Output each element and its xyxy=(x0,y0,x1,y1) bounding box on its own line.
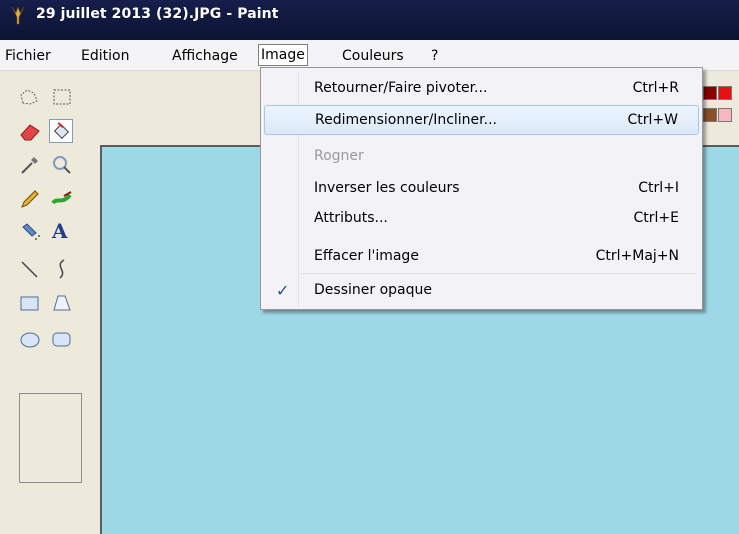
menu-image[interactable]: Image xyxy=(258,44,308,66)
menu-item-shortcut: Ctrl+I xyxy=(638,180,679,196)
image-menu-dropdown: Retourner/Faire pivoter... Ctrl+R Redime… xyxy=(260,67,703,310)
menu-item-label: Dessiner opaque xyxy=(314,282,432,298)
brush-icon[interactable] xyxy=(50,187,74,211)
fill-tool-button[interactable] xyxy=(49,119,73,143)
rounded-rectangle-icon[interactable] xyxy=(50,327,74,351)
paint-bucket-icon xyxy=(53,122,69,139)
line-icon[interactable] xyxy=(18,257,42,281)
menu-item-inverser[interactable]: Inverser les couleurs Ctrl+I xyxy=(264,174,699,204)
tool-options-box[interactable] xyxy=(19,393,82,483)
paint-app-icon[interactable] xyxy=(10,5,26,25)
title-bar: 29 juillet 2013 (32).JPG - Paint xyxy=(0,0,739,40)
airbrush-icon[interactable] xyxy=(18,221,42,245)
color-picker-icon[interactable] xyxy=(18,153,42,177)
menu-item-shortcut: Ctrl+R xyxy=(632,80,679,96)
menu-affichage[interactable]: Affichage xyxy=(172,46,238,66)
rectangle-icon[interactable] xyxy=(18,291,42,315)
menu-separator xyxy=(301,273,696,274)
window-title: 29 juillet 2013 (32).JPG - Paint xyxy=(36,6,279,22)
magnifier-icon[interactable] xyxy=(50,153,74,177)
menu-item-retourner[interactable]: Retourner/Faire pivoter... Ctrl+R xyxy=(264,74,699,104)
menu-fichier[interactable]: Fichier xyxy=(5,46,51,66)
checkmark-icon: ✓ xyxy=(276,281,290,300)
menu-item-label: Effacer l'image xyxy=(314,248,419,264)
menu-item-label: Attributs... xyxy=(314,210,388,226)
tool-panel: A xyxy=(0,71,98,534)
menu-item-label: Retourner/Faire pivoter... xyxy=(314,80,488,96)
menu-item-attributs[interactable]: Attributs... Ctrl+E xyxy=(264,204,699,234)
polygon-icon[interactable] xyxy=(50,291,74,315)
palette-swatch-brown[interactable] xyxy=(703,108,717,122)
menu-item-label: Inverser les couleurs xyxy=(314,180,460,196)
menu-item-shortcut: Ctrl+Maj+N xyxy=(595,248,679,264)
text-tool-icon[interactable]: A xyxy=(52,219,76,243)
free-form-select-icon[interactable] xyxy=(18,85,42,109)
menu-item-redimensionner[interactable]: Redimensionner/Incliner... Ctrl+W xyxy=(264,105,699,135)
menu-item-label: Rogner xyxy=(314,148,364,164)
menu-item-rogner: Rogner xyxy=(264,142,699,172)
palette-swatch-red[interactable] xyxy=(718,86,732,100)
eraser-icon[interactable] xyxy=(18,119,42,143)
menu-edition[interactable]: Edition xyxy=(81,46,129,66)
pencil-icon[interactable] xyxy=(18,187,42,211)
menu-help[interactable]: ? xyxy=(431,46,438,66)
menu-item-shortcut: Ctrl+E xyxy=(633,210,680,226)
palette-swatch-pink[interactable] xyxy=(718,108,732,122)
menu-item-effacer[interactable]: Effacer l'image Ctrl+Maj+N xyxy=(264,242,699,272)
menu-item-shortcut: Ctrl+W xyxy=(627,112,678,128)
menu-item-dessiner-opaque[interactable]: ✓ Dessiner opaque xyxy=(264,276,699,306)
palette-swatch-dark-red[interactable] xyxy=(703,86,717,100)
curve-icon[interactable] xyxy=(50,257,74,281)
menu-item-label: Redimensionner/Incliner... xyxy=(315,112,497,128)
ellipse-icon[interactable] xyxy=(18,327,42,351)
select-icon[interactable] xyxy=(50,85,74,109)
menu-couleurs[interactable]: Couleurs xyxy=(342,46,404,66)
